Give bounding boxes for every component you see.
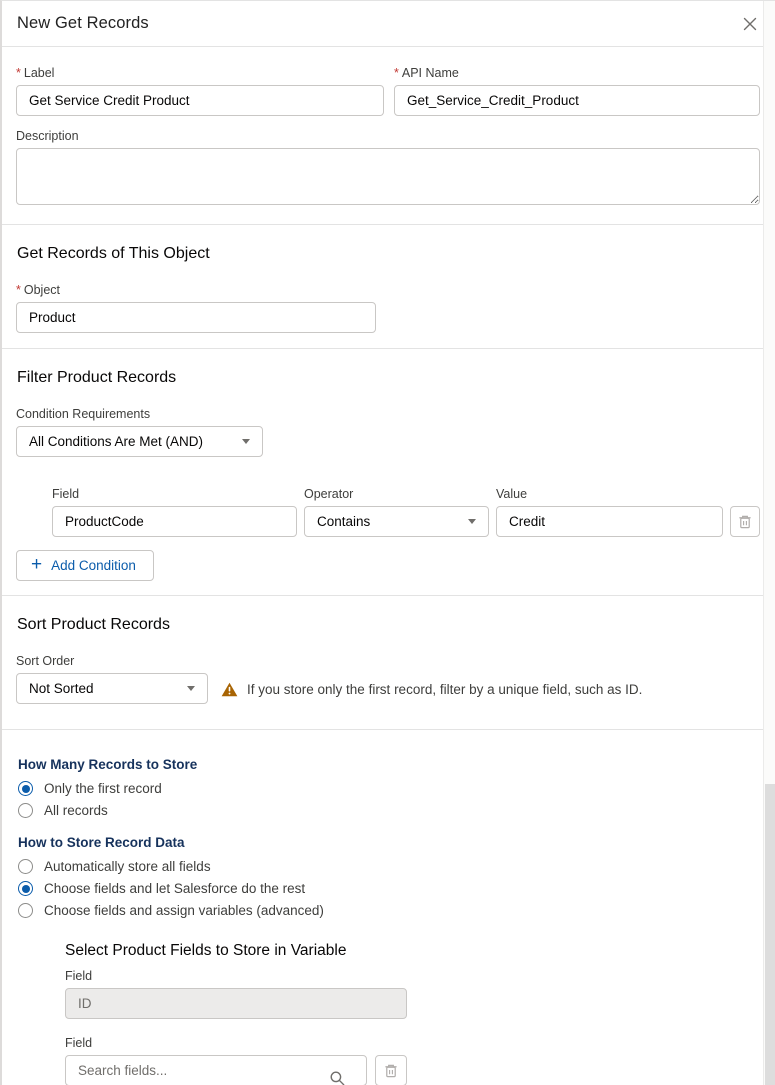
radio-automatically-store[interactable]: Automatically store all fields: [18, 859, 760, 874]
sort-warning-text: If you store only the first record, filt…: [247, 682, 642, 697]
search-field-label: Field: [65, 1036, 760, 1050]
radio-choose-fields-salesforce[interactable]: Choose fields and let Salesforce do the …: [18, 881, 760, 896]
stored-field-label: Field: [65, 969, 407, 983]
trash-icon: [384, 1063, 398, 1078]
page-title: New Get Records: [17, 14, 149, 33]
object-field-group: *Object: [16, 283, 376, 333]
condition-requirements-group: Condition Requirements All Conditions Ar…: [16, 407, 263, 457]
section-store: How Many Records to Store Only the first…: [2, 730, 775, 1085]
condition-operator-select[interactable]: Contains: [304, 506, 489, 537]
radio-only-first-record[interactable]: Only the first record: [18, 781, 760, 796]
search-field-group: Field: [65, 1036, 760, 1085]
radio-label[interactable]: Automatically store all fields: [44, 859, 211, 874]
radio-icon[interactable]: [18, 903, 33, 918]
condition-value-group: Value: [496, 487, 723, 537]
how-many-records-heading: How Many Records to Store: [18, 757, 760, 772]
object-input[interactable]: [16, 302, 376, 333]
condition-requirements-value: All Conditions Are Met (AND): [29, 434, 203, 449]
add-condition-button[interactable]: + Add Condition: [16, 550, 154, 581]
description-field-group: Description: [16, 129, 760, 210]
section-filter: Filter Product Records Condition Require…: [2, 349, 775, 596]
description-field-label: Description: [16, 129, 760, 143]
modal-header: New Get Records: [2, 1, 775, 47]
new-get-records-modal: New Get Records *Label *API Name Descrip…: [0, 0, 775, 1085]
close-button[interactable]: [739, 13, 761, 35]
condition-operator-value: Contains: [317, 514, 370, 529]
select-fields-subsection: Select Product Fields to Store in Variab…: [65, 942, 760, 1085]
chevron-down-icon: [187, 686, 195, 691]
condition-operator-label: Operator: [304, 487, 489, 501]
condition-operator-group: Operator Contains: [304, 487, 489, 537]
add-condition-label: Add Condition: [51, 558, 136, 573]
api-name-input[interactable]: [394, 85, 760, 116]
stored-field-input: [65, 988, 407, 1019]
api-name-field-group: *API Name: [394, 66, 760, 116]
stored-field-group: Field: [65, 969, 407, 1019]
description-textarea[interactable]: [16, 148, 760, 205]
required-asterisk: *: [16, 283, 21, 297]
label-input[interactable]: [16, 85, 384, 116]
radio-icon[interactable]: [18, 781, 33, 796]
plus-icon: +: [31, 555, 42, 574]
chevron-down-icon: [468, 519, 476, 524]
radio-icon[interactable]: [18, 859, 33, 874]
object-section-heading: Get Records of This Object: [17, 245, 760, 263]
sort-warning: If you store only the first record, filt…: [221, 682, 642, 697]
radio-label[interactable]: Choose fields and let Salesforce do the …: [44, 881, 305, 896]
condition-requirements-select[interactable]: All Conditions Are Met (AND): [16, 426, 263, 457]
condition-field-input[interactable]: [52, 506, 297, 537]
search-fields-input[interactable]: [65, 1055, 367, 1085]
sort-order-value: Not Sorted: [29, 681, 94, 696]
vertical-scrollbar[interactable]: [763, 1, 775, 1085]
sort-order-label: Sort Order: [16, 654, 208, 668]
required-asterisk: *: [394, 66, 399, 80]
condition-field-label: Field: [52, 487, 297, 501]
label-field-label: Label: [24, 66, 55, 80]
radio-all-records[interactable]: All records: [18, 803, 760, 818]
api-name-field-label: API Name: [402, 66, 459, 80]
condition-field-group: Field: [52, 487, 297, 537]
delete-field-button[interactable]: [375, 1055, 407, 1085]
sort-order-select[interactable]: Not Sorted: [16, 673, 208, 704]
how-to-store-heading: How to Store Record Data: [18, 835, 760, 850]
sort-section-heading: Sort Product Records: [17, 616, 760, 634]
trash-icon: [738, 514, 752, 529]
condition-value-label: Value: [496, 487, 723, 501]
required-asterisk: *: [16, 66, 21, 80]
filter-section-heading: Filter Product Records: [17, 369, 760, 387]
label-field-group: *Label: [16, 66, 384, 116]
select-fields-heading: Select Product Fields to Store in Variab…: [65, 942, 760, 960]
sort-order-group: Sort Order Not Sorted: [16, 654, 208, 704]
radio-label[interactable]: Choose fields and assign variables (adva…: [44, 903, 324, 918]
radio-icon[interactable]: [18, 803, 33, 818]
object-field-label: Object: [24, 283, 60, 297]
radio-label[interactable]: All records: [44, 803, 108, 818]
section-sort: Sort Product Records Sort Order Not Sort…: [2, 596, 775, 730]
radio-label[interactable]: Only the first record: [44, 781, 162, 796]
warning-icon: [221, 682, 238, 697]
section-basic-info: *Label *API Name Description: [2, 47, 775, 225]
condition-value-input[interactable]: [496, 506, 723, 537]
radio-choose-fields-advanced[interactable]: Choose fields and assign variables (adva…: [18, 903, 760, 918]
condition-requirements-label: Condition Requirements: [16, 407, 263, 421]
radio-icon[interactable]: [18, 881, 33, 896]
delete-condition-button[interactable]: [730, 506, 760, 537]
section-object: Get Records of This Object *Object: [2, 225, 775, 349]
close-icon: [743, 17, 757, 31]
condition-row: Field Operator Contains Value: [52, 487, 760, 537]
chevron-down-icon: [242, 439, 250, 444]
scrollbar-thumb[interactable]: [765, 784, 775, 1085]
